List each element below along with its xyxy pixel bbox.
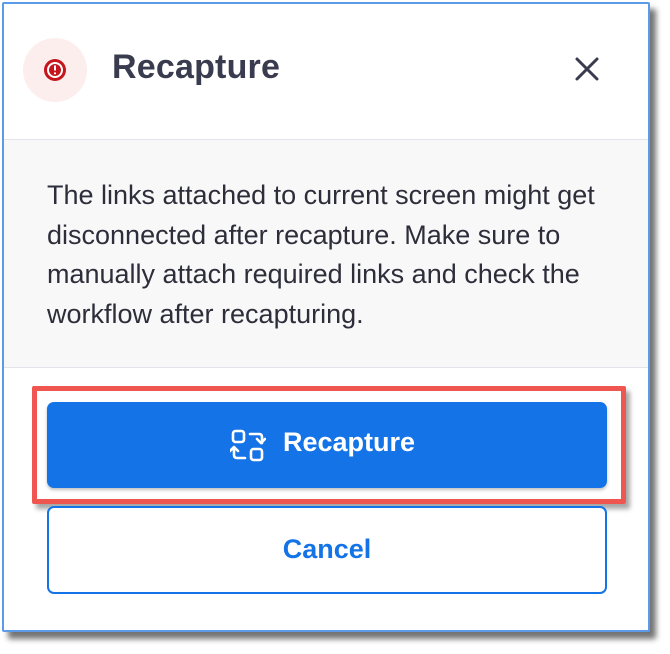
cancel-button[interactable]: Cancel [47,506,607,594]
dialog-header: Recapture [4,4,648,140]
dialog-message: The links attached to current screen mig… [47,180,595,329]
cancel-button-label: Cancel [282,534,372,564]
warning-icon [44,59,66,81]
close-button[interactable] [570,52,604,86]
recapture-button-label: Recapture [283,427,416,457]
dialog-body: The links attached to current screen mig… [4,140,648,368]
recapture-icon [230,429,266,462]
recapture-button[interactable]: Recapture [47,402,607,488]
recapture-dialog: Recapture The links attached to current … [4,4,648,630]
warning-badge [23,38,87,102]
screenshot-frame: Recapture The links attached to current … [2,2,650,632]
dialog-title: Recapture [112,48,281,86]
dialog-footer: Recapture Cancel [4,368,648,630]
close-icon [575,57,599,81]
